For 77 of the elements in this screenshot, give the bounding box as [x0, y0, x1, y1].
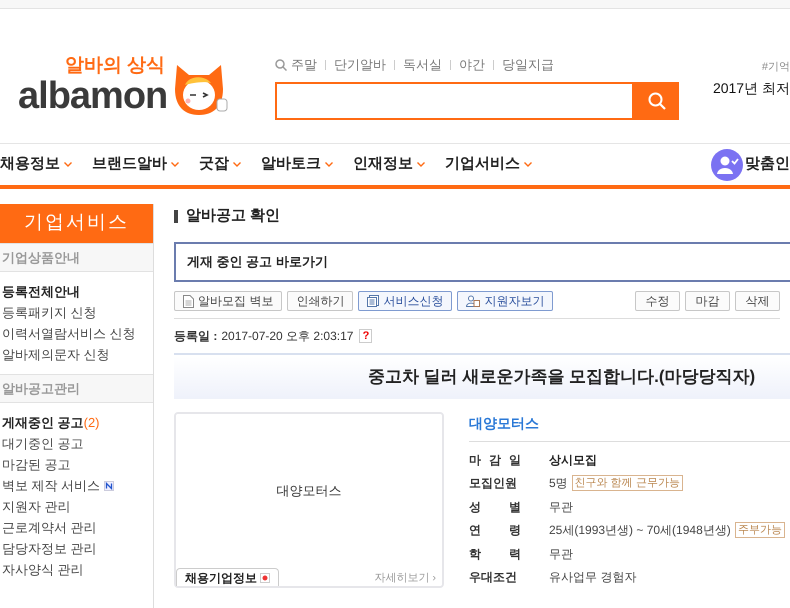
detail-value: 무관 — [549, 498, 573, 516]
sidebar-link[interactable]: 게재중인 공고 — [2, 412, 84, 432]
nav-menu-item[interactable]: 채용정보 — [0, 153, 72, 176]
help-button[interactable]: ? — [359, 329, 372, 343]
sidebar-link[interactable]: 이력서열람서비스 신청 — [2, 324, 136, 344]
promo-hashtag: #기억 — [762, 60, 790, 75]
registered-label: 등록일 : — [174, 328, 218, 345]
list-icon — [367, 295, 380, 307]
sidebar-title: 기업서비스 — [0, 204, 153, 243]
nav-menu-item[interactable]: 알바토크 — [261, 153, 333, 176]
nav-menu-item[interactable]: 인재정보 — [353, 153, 425, 176]
detail-label: 성 별 — [469, 498, 521, 516]
people-icon — [466, 295, 480, 307]
company-logo-text: 대양모터스 — [276, 482, 342, 500]
logo-wordmark[interactable]: albamon — [18, 77, 168, 115]
chevron-down-icon — [524, 162, 532, 167]
action-button[interactable]: 수정 — [635, 291, 680, 311]
sidebar-link[interactable]: 근로계약서 관리 — [2, 518, 97, 538]
detail-label: 학 력 — [469, 546, 521, 563]
search-button[interactable] — [634, 82, 679, 120]
action-button[interactable]: 삭제 — [735, 291, 780, 311]
sidebar-link[interactable]: 알바제의문자 신청 — [2, 344, 110, 364]
keyword-link[interactable]: 단기알바 — [334, 55, 386, 75]
sidebar-section-title: 기업상품안내 — [0, 243, 153, 272]
document-icon — [183, 294, 194, 308]
listing-count: (2) — [84, 414, 100, 432]
company-name-link[interactable]: 대양모터스 — [469, 415, 539, 431]
detail-label: 모집인원 — [469, 475, 518, 492]
detail-value: 5명 — [549, 475, 568, 492]
toolbar-button[interactable]: 알바모집 벽보 — [174, 291, 282, 311]
sidebar-link[interactable]: 대기중인 공고 — [2, 434, 84, 454]
detail-label: 마 감 일 — [469, 452, 521, 469]
sidebar-link[interactable]: 등록패키지 신청 — [2, 302, 97, 322]
sidebar-link[interactable]: 자사양식 관리 — [2, 560, 84, 580]
sidebar-link[interactable]: 등록전체안내 — [2, 282, 80, 302]
nav-menu-item[interactable]: 굿잡 — [199, 153, 241, 176]
search-field[interactable] — [275, 82, 634, 120]
tag: 친구와 함께 근무가능 — [572, 475, 683, 492]
toolbar-button[interactable]: 인쇄하기 — [287, 291, 354, 311]
sidebar-section-title: 알바공고관리 — [0, 374, 153, 403]
detail-value: 상시모집 — [549, 452, 597, 469]
job-title: 중고차 딜러 새로운가족을 모집합니다.(마당당직자) — [368, 366, 756, 388]
nav-menu-item[interactable]: 기업서비스 — [445, 153, 532, 176]
custom-talent-link[interactable]: 맞춤인 — [745, 153, 790, 176]
keyword-link[interactable]: 당일지급 — [502, 55, 554, 75]
search-icon — [648, 92, 666, 110]
chevron-down-icon — [64, 162, 72, 167]
page-title: 알바공고 확인 — [186, 206, 280, 226]
person-check-icon — [711, 148, 743, 180]
tag: 주부가능 — [734, 522, 785, 538]
sidebar-link[interactable]: 지원자 관리 — [2, 496, 71, 516]
company-info-tab[interactable]: 채용기업정보 — [176, 568, 279, 586]
registered-date: 2017-07-20 오후 2:03:17 — [221, 328, 354, 345]
chevron-down-icon — [325, 162, 333, 167]
chevron-down-icon — [233, 162, 241, 167]
detail-value: 무관 — [549, 546, 573, 563]
logo-tagline: 알바의 상식 — [64, 55, 166, 77]
nav-menu-item[interactable]: 브랜드알바 — [92, 153, 179, 176]
shortcut-bar[interactable]: 게재 중인 공고 바로가기 — [174, 242, 790, 282]
search-icon — [275, 59, 287, 71]
keyword-link[interactable]: 주말 — [291, 55, 317, 75]
toolbar-button[interactable]: 지원자보기 — [457, 291, 554, 311]
chevron-down-icon — [417, 162, 425, 167]
sidebar-link[interactable]: 담당자정보 관리 — [2, 538, 97, 558]
action-button[interactable]: 마감 — [685, 291, 730, 311]
sidebar-link[interactable]: 벽보 제작 서비스 — [2, 476, 100, 496]
detail-label: 우대조건 — [469, 569, 518, 586]
chevron-down-icon — [171, 162, 179, 167]
detail-label: 연 령 — [469, 522, 521, 540]
toolbar-button[interactable]: 서비스신청 — [358, 291, 452, 311]
info-badge-icon — [260, 572, 270, 582]
detail-value: 유사업무 경험자 — [549, 569, 636, 586]
keyword-link[interactable]: 야간 — [459, 55, 485, 75]
detail-value: 25세(1993년생) ~ 70세(1948년생) — [549, 522, 731, 540]
promo-headline[interactable]: 2017년 최저 — [712, 78, 790, 98]
keyword-link[interactable]: 독서실 — [403, 55, 442, 75]
sidebar-link[interactable]: 마감된 공고 — [2, 454, 71, 474]
